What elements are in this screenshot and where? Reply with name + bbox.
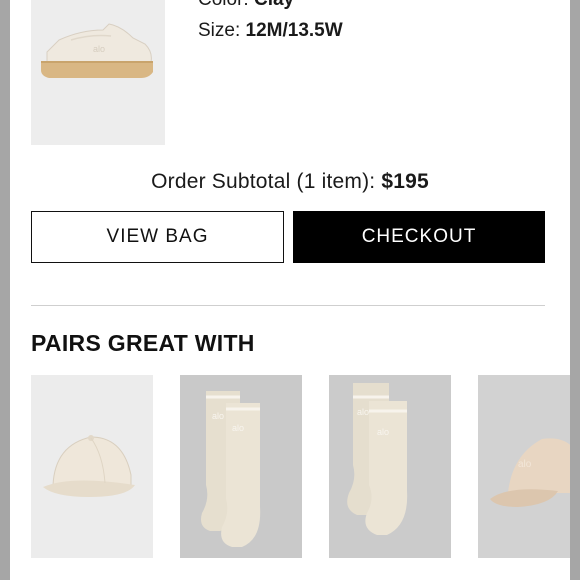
divider (31, 305, 545, 306)
svg-text:alo: alo (357, 407, 369, 417)
svg-text:alo: alo (212, 411, 224, 421)
product-image[interactable]: alo (31, 0, 165, 145)
cap-icon (43, 435, 135, 497)
socks-icon: alo alo (347, 383, 408, 535)
socks-icon: alo alo (201, 391, 261, 547)
cap-icon: alo (490, 438, 570, 507)
svg-text:alo: alo (232, 423, 244, 433)
color-value: Clay (254, 0, 294, 10)
sneaker-icon: alo (41, 23, 153, 78)
view-bag-button[interactable]: VIEW BAG (31, 211, 284, 263)
svg-text:alo: alo (93, 44, 105, 54)
svg-text:alo: alo (377, 427, 389, 437)
recommendation-card[interactable]: alo alo (180, 375, 302, 558)
subtotal-label: Order Subtotal (1 item): (151, 170, 376, 193)
size-label: Size: (198, 20, 241, 41)
order-subtotal: Order Subtotal (1 item): $195 (10, 170, 570, 194)
product-size: Size: 12M/13.5W (198, 20, 343, 42)
recommendation-card[interactable]: alo alo (329, 375, 451, 558)
recommendation-card[interactable]: alo (478, 375, 570, 558)
svg-text:alo: alo (518, 459, 532, 470)
color-label: Color: (198, 0, 249, 10)
recommendation-card[interactable] (31, 375, 153, 558)
cart-drawer: alo Color: Clay Size: 12M/13.5W Order Su… (10, 0, 570, 580)
product-color: Color: Clay (198, 0, 294, 11)
size-value: 12M/13.5W (245, 20, 343, 41)
subtotal-amount: $195 (381, 170, 429, 193)
checkout-button[interactable]: CHECKOUT (293, 211, 545, 263)
section-title: PAIRS GREAT WITH (31, 330, 255, 356)
